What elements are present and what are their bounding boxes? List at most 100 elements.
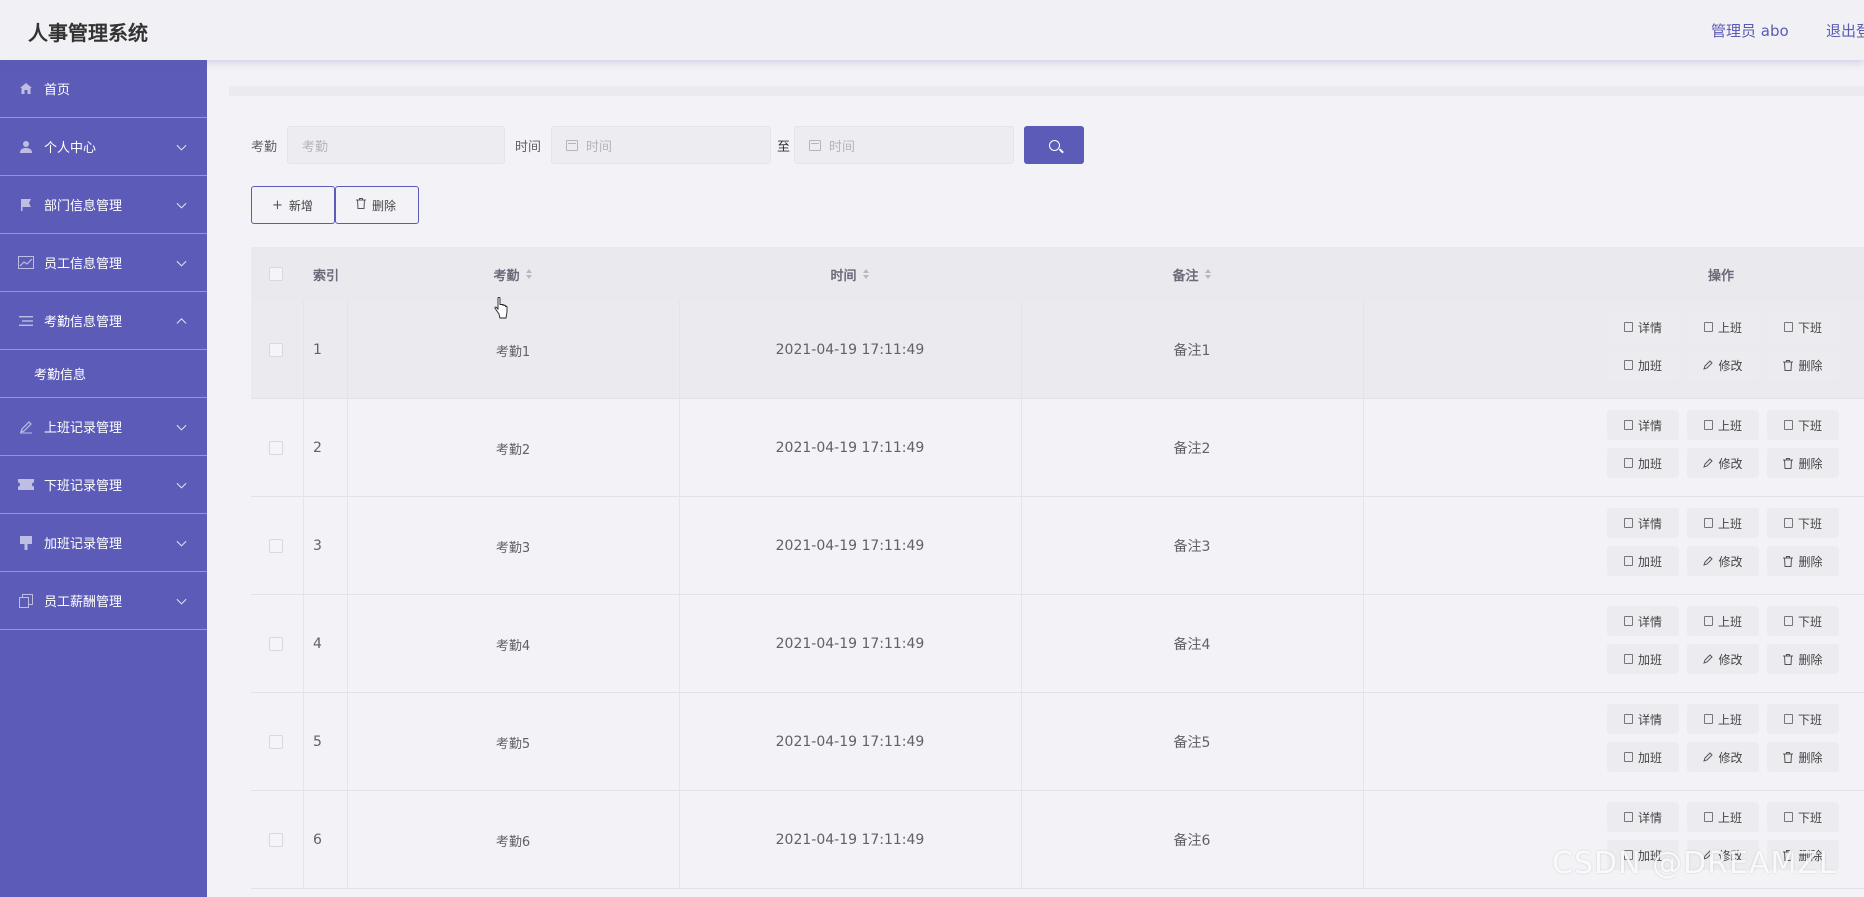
sidebar-item-employee[interactable]: 员工信息管理 <box>0 234 207 292</box>
trash-icon <box>1783 751 1794 763</box>
action-label: 详情 <box>1637 712 1662 727</box>
sidebar-item-checkin-records[interactable]: 上班记录管理 <box>0 398 207 456</box>
checkin-button[interactable]: 上班 <box>1687 606 1759 636</box>
calendar-icon <box>566 139 579 151</box>
table-row[interactable]: 1 考勤1 2021-04-19 17:11:49 备注1 详情 上班 下班 加班 修改 删除 <box>251 301 1864 399</box>
trash-icon <box>1783 555 1794 567</box>
detail-button[interactable]: 详情 <box>1607 704 1679 734</box>
cell-time: 2021-04-19 17:11:49 <box>775 636 925 652</box>
overtime-button[interactable]: 加班 <box>1607 644 1679 674</box>
checkout-button[interactable]: 下班 <box>1767 704 1839 734</box>
action-label: 下班 <box>1797 516 1822 531</box>
table-row[interactable]: 5 考勤5 2021-04-19 17:11:49 备注5 详情 上班 下班 加班 修改 删除 <box>251 693 1864 791</box>
sidebar-item-personal-center[interactable]: 个人中心 <box>0 118 207 176</box>
sidebar-item-department[interactable]: 部门信息管理 <box>0 176 207 234</box>
edit-button[interactable]: 修改 <box>1687 448 1759 478</box>
overtime-button[interactable]: 加班 <box>1607 448 1679 478</box>
add-button-label: 新增 <box>288 198 313 213</box>
sort-icon[interactable] <box>862 269 870 279</box>
checkin-button[interactable]: 上班 <box>1687 704 1759 734</box>
delete-button[interactable]: 删除 <box>1767 448 1839 478</box>
cell-time: 2021-04-19 17:11:49 <box>775 342 925 358</box>
delete-button[interactable]: 删除 <box>1767 644 1839 674</box>
sort-icon[interactable] <box>1204 269 1212 279</box>
table-row[interactable]: 4 考勤4 2021-04-19 17:11:49 备注4 详情 上班 下班 加班 修改 删除 <box>251 595 1864 693</box>
time-label: 时间 <box>515 139 542 155</box>
sidebar-subitem-attendance-info[interactable]: 考勤信息 <box>0 350 207 398</box>
sidebar-item-label: 加班记录管理 <box>44 537 123 552</box>
checkout-button[interactable]: 下班 <box>1767 606 1839 636</box>
sidebar-item-label: 考勤信息管理 <box>44 315 123 330</box>
detail-button[interactable]: 详情 <box>1607 410 1679 440</box>
edit-button[interactable]: 修改 <box>1687 546 1759 576</box>
sidebar-item-attendance[interactable]: 考勤信息管理 <box>0 292 207 350</box>
detail-button[interactable]: 详情 <box>1607 606 1679 636</box>
column-header-note[interactable]: 备注 <box>1021 247 1363 301</box>
checkout-button[interactable]: 下班 <box>1767 802 1839 832</box>
batch-delete-button[interactable]: 删除 <box>335 186 419 224</box>
sidebar-item-checkout-records[interactable]: 下班记录管理 <box>0 456 207 514</box>
overtime-button[interactable]: 加班 <box>1607 350 1679 380</box>
checkin-button[interactable]: 上班 <box>1687 410 1759 440</box>
delete-button[interactable]: 删除 <box>1767 350 1839 380</box>
search-button[interactable] <box>1024 126 1085 164</box>
row-checkbox[interactable] <box>269 637 283 651</box>
overtime-button[interactable]: 加班 <box>1607 742 1679 772</box>
sidebar-item-salary[interactable]: 员工薪酬管理 <box>0 572 207 630</box>
kaoqin-input[interactable]: 考勤 <box>287 126 506 164</box>
row-select-cell <box>269 595 283 693</box>
time-end-picker[interactable]: 时间 <box>794 126 1015 164</box>
checkout-button[interactable]: 下班 <box>1767 508 1839 538</box>
row-select-cell <box>269 399 283 497</box>
doc-icon <box>1623 420 1633 430</box>
row-checkbox[interactable] <box>269 833 283 847</box>
sidebar-item-home[interactable]: 首页 <box>0 60 207 118</box>
checkin-button[interactable]: 上班 <box>1687 802 1759 832</box>
overtime-button[interactable]: 加班 <box>1607 546 1679 576</box>
cell-index: 2 <box>313 440 322 456</box>
cell-index: 6 <box>313 832 322 848</box>
edit-button[interactable]: 修改 <box>1687 742 1759 772</box>
sort-icon[interactable] <box>525 269 533 279</box>
checkout-button[interactable]: 下班 <box>1767 410 1839 440</box>
table-row[interactable]: 2 考勤2 2021-04-19 17:11:49 备注2 详情 上班 下班 加班 修改 删除 <box>251 399 1864 497</box>
current-user[interactable]: 管理员 abo <box>1711 20 1789 41</box>
column-divider <box>1363 497 1364 595</box>
delete-button[interactable]: 删除 <box>1767 742 1839 772</box>
detail-button[interactable]: 详情 <box>1607 802 1679 832</box>
detail-button[interactable]: 详情 <box>1607 312 1679 342</box>
edit-button[interactable]: 修改 <box>1687 350 1759 380</box>
action-label: 加班 <box>1637 358 1662 373</box>
doc-icon <box>1703 616 1713 626</box>
column-header-kaoqin[interactable]: 考勤 <box>347 247 679 301</box>
checkout-button[interactable]: 下班 <box>1767 312 1839 342</box>
column-header-label: 索引 <box>313 268 340 284</box>
select-all-checkbox[interactable] <box>269 267 283 281</box>
plus-icon: + <box>272 197 283 213</box>
add-button[interactable]: + 新增 <box>251 186 335 224</box>
checkin-button[interactable]: 上班 <box>1687 312 1759 342</box>
calendar-icon <box>809 139 822 151</box>
checkin-button[interactable]: 上班 <box>1687 508 1759 538</box>
row-checkbox[interactable] <box>269 735 283 749</box>
chevron-up-icon <box>176 317 187 328</box>
cell-kaoqin: 考勤1 <box>495 344 531 360</box>
sidebar-item-overtime-records[interactable]: 加班记录管理 <box>0 514 207 572</box>
sidebar-item-label: 部门信息管理 <box>44 199 123 214</box>
cell-time: 2021-04-19 17:11:49 <box>775 440 925 456</box>
edit-button[interactable]: 修改 <box>1687 644 1759 674</box>
chart-icon <box>18 256 34 270</box>
table-row[interactable]: 3 考勤3 2021-04-19 17:11:49 备注3 详情 上班 下班 加班 修改 删除 <box>251 497 1864 595</box>
time-start-picker[interactable]: 时间 <box>551 126 772 164</box>
doc-icon <box>1623 518 1633 528</box>
list-icon <box>18 314 34 328</box>
doc-icon <box>1783 714 1793 724</box>
column-header-time[interactable]: 时间 <box>679 247 1021 301</box>
detail-button[interactable]: 详情 <box>1607 508 1679 538</box>
row-checkbox[interactable] <box>269 539 283 553</box>
row-checkbox[interactable] <box>269 343 283 357</box>
doc-icon <box>1623 812 1633 822</box>
delete-button[interactable]: 删除 <box>1767 546 1839 576</box>
logout-link[interactable]: 退出登录 <box>1826 20 1864 41</box>
row-checkbox[interactable] <box>269 441 283 455</box>
